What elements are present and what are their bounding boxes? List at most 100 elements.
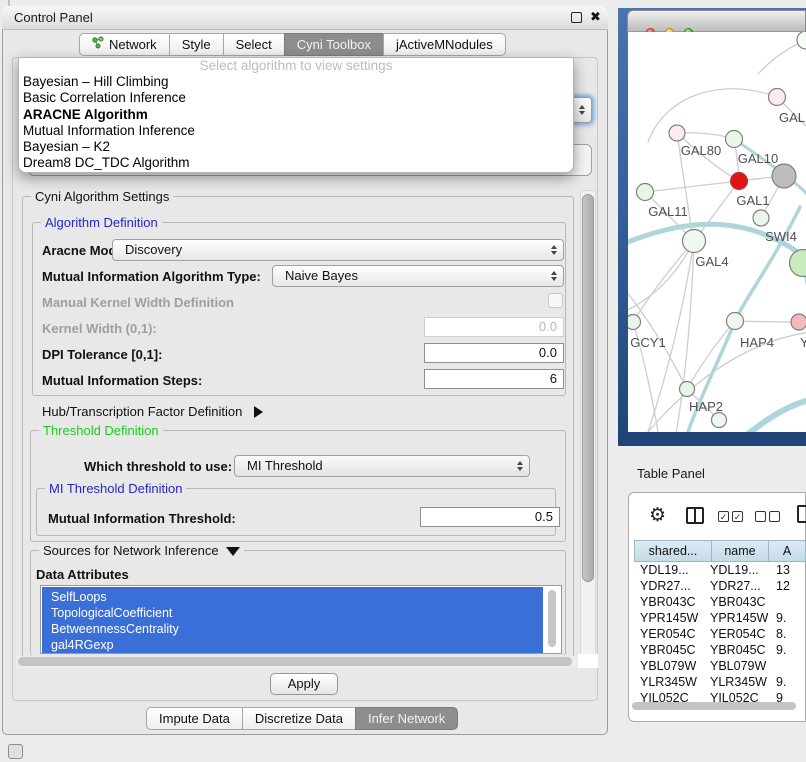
table-cell[interactable]: YBR045C — [710, 642, 770, 658]
table-cell[interactable]: YDL19... — [710, 562, 770, 578]
table-cell[interactable] — [770, 658, 806, 674]
network-node[interactable] — [712, 413, 727, 428]
table-cell[interactable]: YPR145W — [710, 610, 770, 626]
table-row[interactable]: YIL052CYIL052C9 — [634, 690, 806, 702]
kernel-width-field[interactable]: 0.0 — [424, 317, 564, 337]
table-cell[interactable]: 13 — [770, 562, 806, 578]
network-node[interactable] — [772, 164, 796, 188]
hub-definition-toggle[interactable]: Hub/Transcription Factor Definition — [42, 404, 263, 419]
tab-discretize-data[interactable]: Discretize Data — [242, 707, 356, 730]
attribute-list-item[interactable]: SelfLoops — [51, 589, 107, 605]
tab-infer-network[interactable]: Infer Network — [355, 707, 458, 730]
network-node-gal80[interactable] — [669, 125, 685, 141]
table-cell[interactable]: YER054C — [634, 626, 710, 642]
network-edge[interactable] — [648, 332, 806, 432]
table-cell[interactable]: YPR145W — [634, 610, 710, 626]
table-row[interactable]: YDR27...YDR27...12 — [634, 578, 806, 594]
mi-type-combo[interactable]: Naive Bayes — [272, 265, 564, 287]
table-cell[interactable] — [770, 594, 806, 610]
dropdown-item[interactable]: Bayesian – K2 — [19, 139, 573, 155]
gear-icon[interactable]: ⚙ — [649, 504, 666, 527]
network-node-gal4[interactable] — [683, 230, 706, 253]
dropdown-item[interactable]: Dream8 DC_TDC Algorithm — [19, 155, 573, 171]
settings-hscrollbar-thumb[interactable] — [18, 657, 572, 666]
table-cell[interactable]: 8. — [770, 626, 806, 642]
table-cell[interactable]: 9. — [770, 610, 806, 626]
partial-toolbar-icon[interactable] — [797, 505, 806, 523]
network-node-gal11[interactable] — [637, 184, 654, 201]
table-cell[interactable]: YBR045C — [634, 642, 710, 658]
tab-select[interactable]: Select — [223, 33, 285, 56]
table-hscrollbar-thumb[interactable] — [632, 702, 796, 710]
table-cell[interactable]: YDR27... — [634, 578, 710, 594]
network-node-hap4[interactable] — [727, 313, 744, 330]
network-edge[interactable] — [645, 181, 739, 192]
table-cell[interactable]: YBR043C — [634, 594, 710, 610]
attribute-list-item[interactable]: BetweennessCentrality — [51, 621, 179, 637]
column-header-shared-name[interactable]: shared... — [634, 540, 712, 562]
network-node-swi4[interactable] — [753, 210, 769, 226]
aracne-mode-combo[interactable]: Discovery — [112, 239, 564, 261]
table-cell[interactable]: YIL052C — [710, 690, 770, 702]
attribute-list-item[interactable]: TopologicalCoefficient — [51, 605, 172, 621]
table-cell[interactable]: YDL19... — [634, 562, 710, 578]
network-node-gcy1[interactable] — [628, 315, 641, 330]
column-header-partial[interactable]: A — [768, 540, 806, 562]
table-cell[interactable]: 9. — [770, 642, 806, 658]
table-row[interactable]: YBR045CYBR045C9. — [634, 642, 806, 658]
network-node-hap2[interactable] — [680, 382, 695, 397]
table-row[interactable]: YER054CYER054C8. — [634, 626, 806, 642]
attribute-list-item[interactable]: gal4RGexp — [51, 637, 114, 653]
mi-threshold-field[interactable]: 0.5 — [420, 507, 560, 527]
apply-button[interactable]: Apply — [270, 673, 338, 695]
settings-vscrollbar-thumb[interactable] — [582, 194, 594, 582]
dropdown-item[interactable]: Mutual Information Inference — [19, 123, 573, 139]
mi-steps-field[interactable]: 6 — [424, 369, 564, 389]
table-cell[interactable]: 9 — [770, 690, 806, 702]
unchecked-checkbox-icon[interactable] — [755, 511, 766, 522]
tab-network[interactable]: Network — [79, 33, 170, 56]
network-edge[interactable] — [633, 241, 694, 322]
table-cell[interactable]: YBR043C — [710, 594, 770, 610]
unchecked-checkbox-icon[interactable] — [769, 511, 780, 522]
sources-group-title[interactable]: Sources for Network Inference — [39, 543, 244, 558]
column-header-name[interactable]: name — [711, 540, 769, 562]
float-panel-icon[interactable] — [571, 12, 582, 23]
network-node-gal10[interactable] — [726, 131, 743, 148]
table-cell[interactable]: YBL079W — [710, 658, 770, 674]
dropdown-item[interactable]: Bayesian – Hill Climbing — [19, 74, 573, 90]
table-cell[interactable]: 12 — [770, 578, 806, 594]
table-cell[interactable]: YDR27... — [710, 578, 770, 594]
checked-checkbox-icon[interactable]: ✓ — [732, 511, 743, 522]
tab-impute-data[interactable]: Impute Data — [146, 707, 243, 730]
close-panel-icon[interactable]: ✖ — [590, 9, 601, 25]
checked-checkbox-icon[interactable]: ✓ — [718, 511, 729, 522]
tab-jactivemnodules[interactable]: jActiveMNodules — [383, 33, 506, 56]
table-cell[interactable]: 9. — [770, 674, 806, 690]
network-edge[interactable] — [735, 321, 799, 322]
manual-kernel-checkbox[interactable] — [548, 293, 563, 308]
table-cell[interactable]: YER054C — [710, 626, 770, 642]
table-cell[interactable]: YBL079W — [634, 658, 710, 674]
network-node[interactable] — [790, 250, 806, 277]
network-node-y[interactable] — [791, 314, 806, 330]
attribute-list-scrollbar[interactable] — [548, 590, 556, 647]
dropdown-item[interactable]: ARACNE Algorithm — [19, 107, 573, 123]
table-row[interactable]: YPR145WYPR145W9. — [634, 610, 806, 626]
network-window-titlebar[interactable] — [627, 10, 806, 32]
which-threshold-combo[interactable]: MI Threshold — [234, 455, 530, 477]
network-edge[interactable] — [748, 400, 806, 432]
dropdown-item[interactable]: Basic Correlation Inference — [19, 90, 573, 106]
collapsed-panel-icon[interactable] — [8, 744, 23, 759]
tab-style[interactable]: Style — [169, 33, 224, 56]
dpi-tolerance-field[interactable]: 0.0 — [424, 343, 564, 363]
table-cell[interactable]: YLR345W — [634, 674, 710, 690]
table-cell[interactable]: YIL052C — [634, 690, 710, 702]
network-node-gal[interactable] — [769, 89, 786, 106]
network-node[interactable] — [797, 32, 806, 49]
table-row[interactable]: YBL079WYBL079W — [634, 658, 806, 674]
tab-cyni-toolbox[interactable]: Cyni Toolbox — [284, 33, 384, 56]
table-row[interactable]: YBR043CYBR043C — [634, 594, 806, 610]
columns-icon[interactable] — [686, 507, 704, 524]
table-row[interactable]: YDL19...YDL19...13 — [634, 562, 806, 578]
